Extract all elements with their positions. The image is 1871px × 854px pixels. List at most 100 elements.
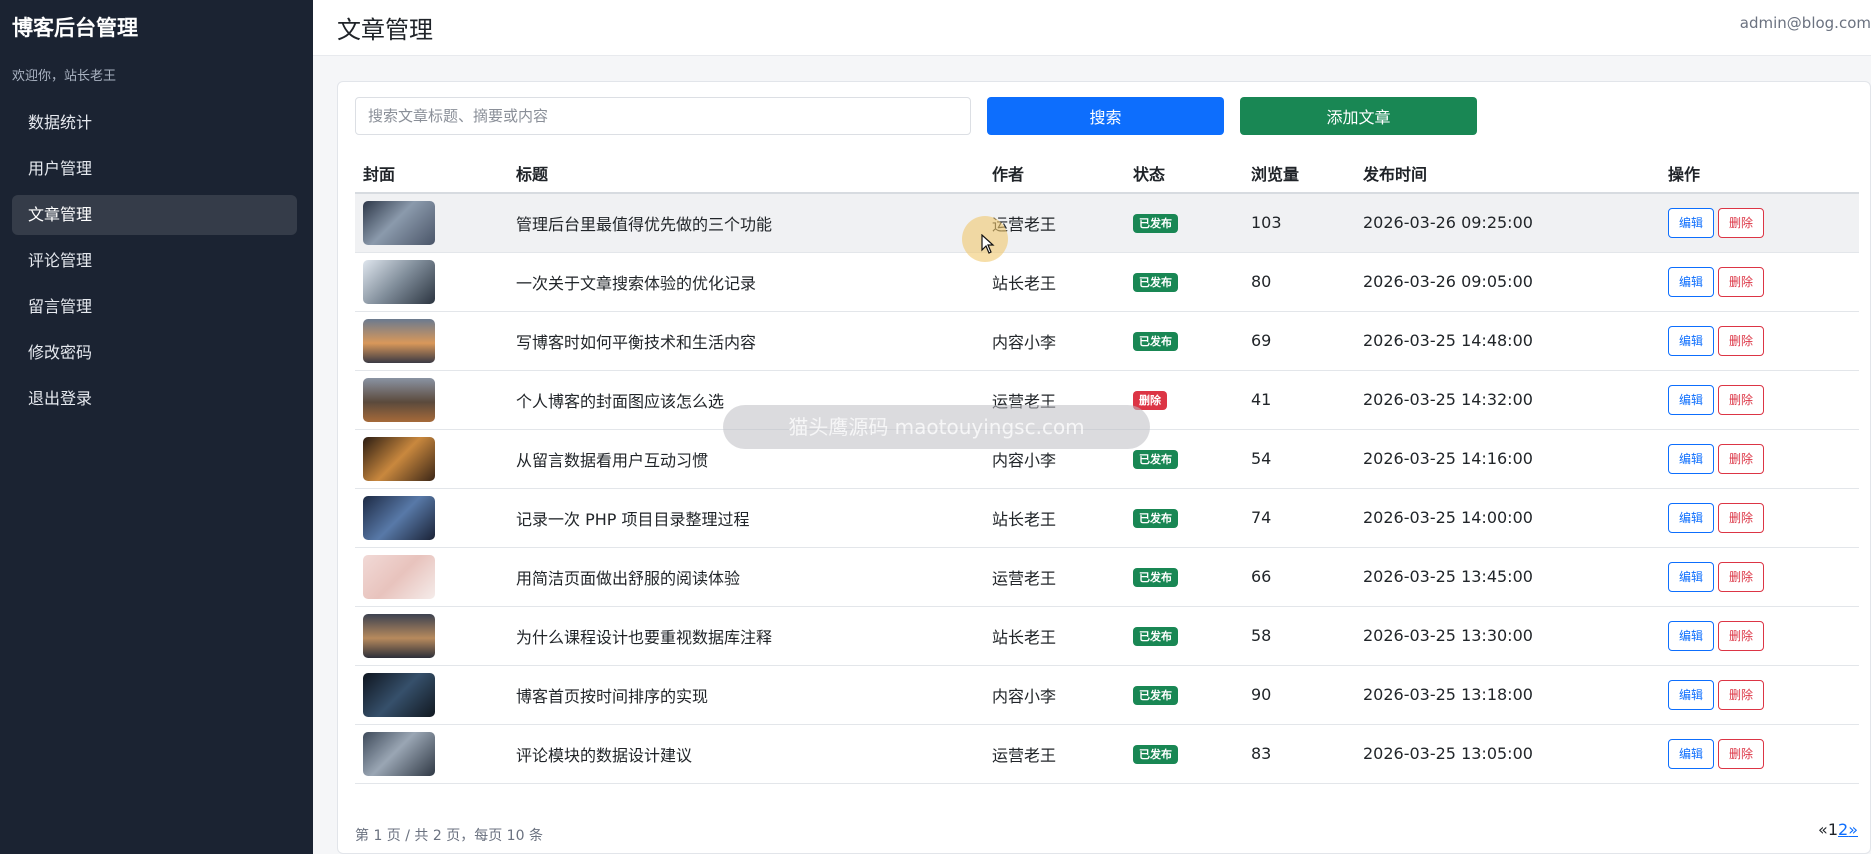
article-views: 74 xyxy=(1243,488,1355,548)
article-title: 一次关于文章搜索体验的优化记录 xyxy=(508,252,984,312)
edit-button[interactable]: 编辑 xyxy=(1668,561,1714,592)
edit-button[interactable]: 编辑 xyxy=(1668,384,1714,415)
add-article-button[interactable]: 添加文章 xyxy=(1240,97,1477,135)
page-title: 文章管理 xyxy=(337,16,433,44)
col-title: 标题 xyxy=(508,153,984,194)
article-time: 2026-03-25 14:32:00 xyxy=(1355,370,1660,430)
pagination-page-2[interactable]: 2 xyxy=(1838,820,1848,839)
col-actions: 操作 xyxy=(1660,153,1859,194)
sidebar-nav: 数据统计 用户管理 文章管理 评论管理 留言管理 修改密码 退出登录 xyxy=(12,103,297,425)
article-views: 54 xyxy=(1243,429,1355,489)
sidebar-item-stats[interactable]: 数据统计 xyxy=(12,103,297,143)
table-row[interactable]: 写博客时如何平衡技术和生活内容 内容小李 已发布 69 2026-03-25 1… xyxy=(355,311,1859,371)
article-title: 管理后台里最值得优先做的三个功能 xyxy=(508,193,984,253)
article-time: 2026-03-25 13:05:00 xyxy=(1355,724,1660,784)
article-title: 写博客时如何平衡技术和生活内容 xyxy=(508,311,984,371)
article-author: 站长老王 xyxy=(984,252,1125,312)
delete-button[interactable]: 删除 xyxy=(1718,266,1764,297)
col-publish-time: 发布时间 xyxy=(1355,153,1660,194)
sidebar-item-change-password[interactable]: 修改密码 xyxy=(12,333,297,373)
mouse-cursor-icon xyxy=(981,234,995,254)
delete-button[interactable]: 删除 xyxy=(1718,443,1764,474)
status-badge: 已发布 xyxy=(1133,627,1178,646)
article-views: 90 xyxy=(1243,665,1355,725)
sidebar-item-users[interactable]: 用户管理 xyxy=(12,149,297,189)
table-row[interactable]: 评论模块的数据设计建议 运营老王 已发布 83 2026-03-25 13:05… xyxy=(355,724,1859,784)
article-card: 搜索 添加文章 封面 标题 作者 状态 浏览量 发布时间 操作 管理后台里最值得… xyxy=(337,81,1871,854)
cover-image xyxy=(363,672,435,717)
article-time: 2026-03-25 14:48:00 xyxy=(1355,311,1660,371)
status-badge: 已发布 xyxy=(1133,509,1178,528)
status-badge: 已发布 xyxy=(1133,686,1178,705)
pagination-prev: « xyxy=(1818,820,1828,839)
cover-image xyxy=(363,377,435,422)
article-time: 2026-03-25 14:16:00 xyxy=(1355,429,1660,489)
delete-button[interactable]: 删除 xyxy=(1718,620,1764,651)
pagination-page-1: 1 xyxy=(1827,820,1839,839)
table-row[interactable]: 记录一次 PHP 项目目录整理过程 站长老王 已发布 74 2026-03-25… xyxy=(355,488,1859,548)
cover-image xyxy=(363,731,435,776)
edit-button[interactable]: 编辑 xyxy=(1668,207,1714,238)
edit-button[interactable]: 编辑 xyxy=(1668,679,1714,710)
table-row[interactable]: 一次关于文章搜索体验的优化记录 站长老王 已发布 80 2026-03-26 0… xyxy=(355,252,1859,312)
table-row[interactable]: 博客首页按时间排序的实现 内容小李 已发布 90 2026-03-25 13:1… xyxy=(355,665,1859,725)
pagination: «12» xyxy=(1818,820,1858,839)
user-email: admin@blog.com xyxy=(1739,14,1871,32)
col-cover: 封面 xyxy=(355,153,508,194)
delete-button[interactable]: 删除 xyxy=(1718,679,1764,710)
delete-button[interactable]: 删除 xyxy=(1718,384,1764,415)
cover-image xyxy=(363,200,435,245)
article-time: 2026-03-25 13:30:00 xyxy=(1355,606,1660,666)
article-views: 83 xyxy=(1243,724,1355,784)
delete-button[interactable]: 删除 xyxy=(1718,502,1764,533)
status-badge: 已发布 xyxy=(1133,214,1178,234)
table-row[interactable]: 管理后台里最值得优先做的三个功能 运营老王 已发布 103 2026-03-26… xyxy=(355,193,1859,253)
article-title: 记录一次 PHP 项目目录整理过程 xyxy=(508,488,984,548)
cover-image xyxy=(363,318,435,363)
article-author: 运营老王 xyxy=(984,547,1125,607)
article-author: 站长老王 xyxy=(984,606,1125,666)
table-row[interactable]: 用简洁页面做出舒服的阅读体验 运营老王 已发布 66 2026-03-25 13… xyxy=(355,547,1859,607)
search-button[interactable]: 搜索 xyxy=(987,97,1224,135)
search-input[interactable] xyxy=(355,97,971,135)
status-badge: 已发布 xyxy=(1133,745,1178,764)
article-title: 评论模块的数据设计建议 xyxy=(508,724,984,784)
delete-button[interactable]: 删除 xyxy=(1718,561,1764,592)
article-table: 封面 标题 作者 状态 浏览量 发布时间 操作 管理后台里最值得优先做的三个功能… xyxy=(355,153,1859,784)
article-title: 博客首页按时间排序的实现 xyxy=(508,665,984,725)
pagination-next[interactable]: » xyxy=(1848,820,1858,839)
brand-title: 博客后台管理 xyxy=(12,16,138,40)
cover-image xyxy=(363,259,435,304)
article-views: 69 xyxy=(1243,311,1355,371)
status-badge: 已发布 xyxy=(1133,273,1178,292)
delete-button[interactable]: 删除 xyxy=(1718,207,1764,238)
sidebar-item-comments[interactable]: 评论管理 xyxy=(12,241,297,281)
article-time: 2026-03-26 09:25:00 xyxy=(1355,193,1660,253)
edit-button[interactable]: 编辑 xyxy=(1668,325,1714,356)
edit-button[interactable]: 编辑 xyxy=(1668,266,1714,297)
article-views: 41 xyxy=(1243,370,1355,430)
welcome-text: 欢迎你，站长老王 xyxy=(12,69,117,84)
sidebar-item-logout[interactable]: 退出登录 xyxy=(12,379,297,419)
table-row[interactable]: 为什么课程设计也要重视数据库注释 站长老王 已发布 58 2026-03-25 … xyxy=(355,606,1859,666)
edit-button[interactable]: 编辑 xyxy=(1668,738,1714,769)
article-views: 66 xyxy=(1243,547,1355,607)
article-author: 内容小李 xyxy=(984,311,1125,371)
delete-button[interactable]: 删除 xyxy=(1718,325,1764,356)
col-status: 状态 xyxy=(1125,153,1243,194)
article-title: 用简洁页面做出舒服的阅读体验 xyxy=(508,547,984,607)
delete-button[interactable]: 删除 xyxy=(1718,738,1764,769)
article-time: 2026-03-26 09:05:00 xyxy=(1355,252,1660,312)
status-badge: 已发布 xyxy=(1133,332,1178,351)
edit-button[interactable]: 编辑 xyxy=(1668,620,1714,651)
col-views: 浏览量 xyxy=(1243,153,1355,194)
sidebar-item-articles[interactable]: 文章管理 xyxy=(12,195,297,235)
article-title: 为什么课程设计也要重视数据库注释 xyxy=(508,606,984,666)
sidebar-item-messages[interactable]: 留言管理 xyxy=(12,287,297,327)
cover-image xyxy=(363,554,435,599)
article-author: 站长老王 xyxy=(984,488,1125,548)
edit-button[interactable]: 编辑 xyxy=(1668,443,1714,474)
edit-button[interactable]: 编辑 xyxy=(1668,502,1714,533)
watermark: 猫头鹰源码 maotouyingsc.com xyxy=(723,405,1150,449)
article-author: 内容小李 xyxy=(984,665,1125,725)
